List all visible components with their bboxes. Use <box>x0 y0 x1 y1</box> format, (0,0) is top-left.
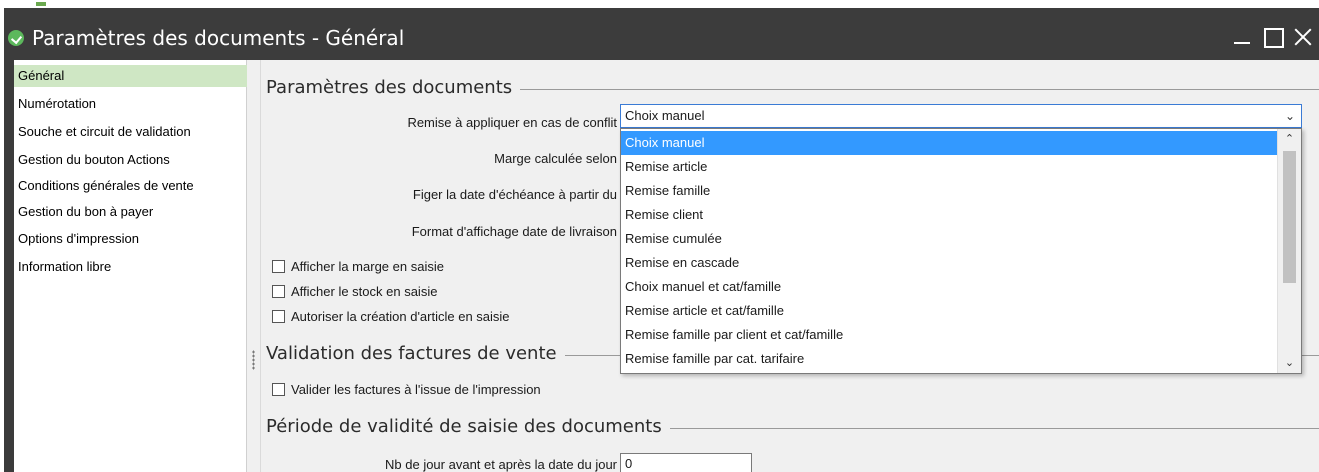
nb-jour-input[interactable]: 0 <box>620 453 752 472</box>
section-divider <box>667 428 1319 429</box>
checkbox-label: Afficher le stock en saisie <box>291 284 438 299</box>
sidebar-item-impression[interactable]: Options d'impression <box>14 228 247 250</box>
background-strip <box>0 0 1319 8</box>
dropdown-option[interactable]: Remise cumulée <box>621 227 1277 251</box>
sidebar-item-general[interactable]: Général <box>14 65 247 87</box>
autoriser-article-checkbox[interactable]: Autoriser la création d'article en saisi… <box>272 309 510 324</box>
dropdown-option[interactable]: Remise client <box>621 203 1277 227</box>
app-logo-icon <box>8 30 24 46</box>
checkbox-box[interactable] <box>272 285 285 298</box>
panel-splitter[interactable] <box>247 60 261 472</box>
maximize-icon[interactable] <box>1260 24 1286 50</box>
afficher-marge-checkbox[interactable]: Afficher la marge en saisie <box>272 259 444 274</box>
remise-combobox[interactable]: Choix manuel ⌄ <box>620 104 1302 128</box>
dropdown-option[interactable]: Choix manuel et cat/famille <box>621 275 1277 299</box>
section-title-validation: Validation des factures de vente <box>266 343 565 364</box>
echeance-label: Figer la date d'échéance à partir du <box>412 187 617 202</box>
sidebar-item-information[interactable]: Information libre <box>14 256 247 278</box>
sidebar-item-souche[interactable]: Souche et circuit de validation <box>14 121 247 143</box>
dropdown-option[interactable]: Remise famille par client et cat/famille <box>621 323 1277 347</box>
splitter-grip-icon[interactable] <box>252 350 255 370</box>
chevron-down-icon[interactable]: ⌄ <box>1285 105 1295 127</box>
remise-label: Remise à appliquer en cas de conflit <box>407 115 617 130</box>
section-title-params: Paramètres des documents <box>266 77 521 98</box>
checkbox-box[interactable] <box>272 260 285 273</box>
dropdown-option[interactable]: Remise article <box>621 155 1277 179</box>
format-label: Format d'affichage date de livraison <box>411 224 617 239</box>
window-title: Paramètres des documents - Général <box>32 26 405 50</box>
dropdown-option[interactable]: Remise article et cat/famille <box>621 299 1277 323</box>
close-icon[interactable] <box>1290 24 1316 50</box>
dropdown-option[interactable]: Remise famille <box>621 179 1277 203</box>
dropdown-option[interactable]: Remise famille par cat. tarifaire <box>621 347 1277 371</box>
window-content: Général Numérotation Souche et circuit d… <box>14 60 1319 472</box>
remise-dropdown-list[interactable]: Choix manuel Remise article Remise famil… <box>620 128 1302 374</box>
nb-jour-label: Nb de jour avant et après la date du jou… <box>385 457 617 472</box>
background-mark <box>36 2 46 6</box>
section-title-periode: Période de validité de saisie des docume… <box>266 416 670 437</box>
main-panel: Paramètres des documents Remise à appliq… <box>262 60 1319 472</box>
valider-factures-checkbox[interactable]: Valider les factures à l'issue de l'impr… <box>272 382 541 397</box>
dropdown-option[interactable]: Remise en cascade <box>621 251 1277 275</box>
checkbox-label: Valider les factures à l'issue de l'impr… <box>291 382 541 397</box>
dropdown-option[interactable]: Choix manuel <box>621 131 1277 155</box>
minimize-icon[interactable] <box>1230 24 1256 50</box>
sidebar-item-numerotation[interactable]: Numérotation <box>14 93 247 115</box>
dropdown-scrollbar[interactable]: ⌃ ⌄ <box>1277 129 1301 373</box>
scroll-up-icon[interactable]: ⌃ <box>1278 129 1301 149</box>
scrollbar-thumb[interactable] <box>1283 151 1296 283</box>
section-divider <box>520 89 1319 90</box>
checkbox-label: Afficher la marge en saisie <box>291 259 444 274</box>
sidebar: Général Numérotation Souche et circuit d… <box>14 60 247 472</box>
sidebar-item-actions[interactable]: Gestion du bouton Actions <box>14 149 247 171</box>
combo-selected-value: Choix manuel <box>625 108 705 123</box>
sidebar-item-bon-a-payer[interactable]: Gestion du bon à payer <box>14 201 247 223</box>
afficher-stock-checkbox[interactable]: Afficher le stock en saisie <box>272 284 437 299</box>
marge-label: Marge calculée selon <box>494 151 617 166</box>
checkbox-label: Autoriser la création d'article en saisi… <box>291 309 510 324</box>
sidebar-item-conditions[interactable]: Conditions générales de vente <box>14 175 247 197</box>
checkbox-box[interactable] <box>272 310 285 323</box>
checkbox-box[interactable] <box>272 383 285 396</box>
scroll-down-icon[interactable]: ⌄ <box>1278 353 1301 373</box>
title-bar[interactable]: Paramètres des documents - Général <box>4 8 1319 60</box>
